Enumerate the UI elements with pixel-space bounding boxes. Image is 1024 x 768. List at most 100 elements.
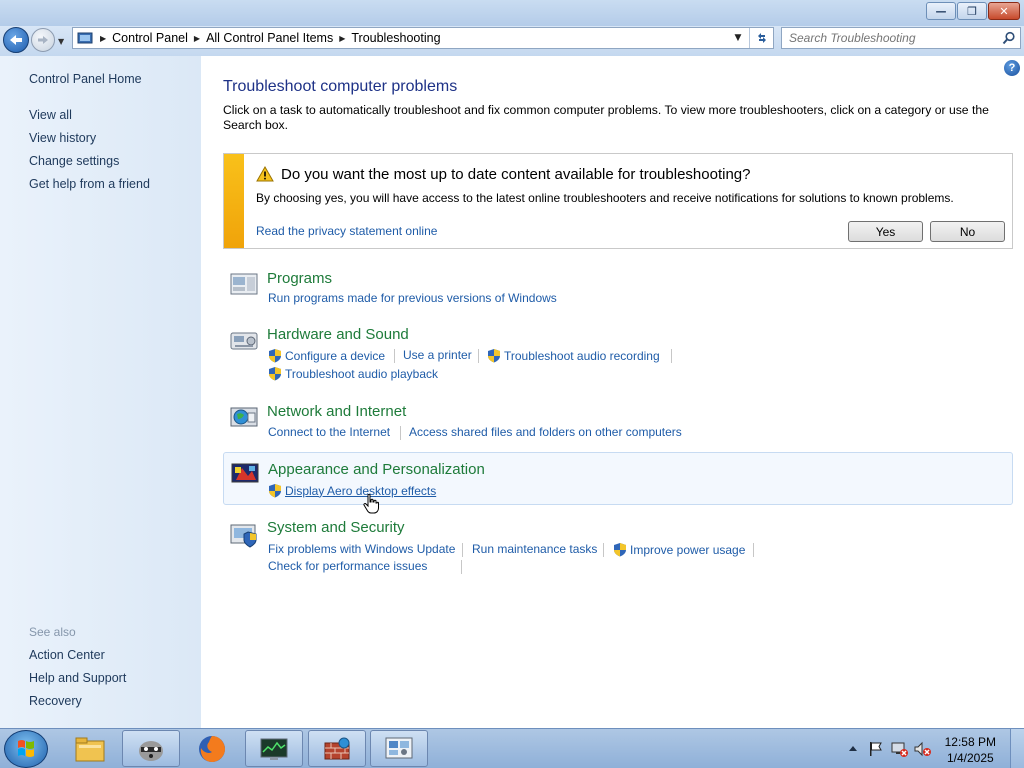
address-bar[interactable]: ▶ Control Panel ▶ All Control Panel Item… [72,27,774,49]
task-separator [400,426,401,440]
sidebar-item-get-help[interactable]: Get help from a friend [29,177,150,191]
online-content-notice: Do you want the most up to date content … [223,153,1013,249]
close-icon: ✕ [999,4,1009,18]
firefox-icon [199,735,225,762]
taskbar-firefox[interactable] [183,730,241,767]
category-network-internet: Network and Internet Connect to the Inte… [223,399,1013,447]
see-also-help-support[interactable]: Help and Support [29,671,126,685]
control-panel-icon [385,737,413,758]
help-icon[interactable]: ? [1004,60,1020,76]
close-button[interactable]: ✕ [988,2,1020,20]
breadcrumb-all-items[interactable]: All Control Panel Items [206,31,333,45]
breadcrumb-control-panel[interactable]: Control Panel [112,31,188,45]
task-label: Display Aero desktop effects [285,483,437,498]
restore-button[interactable]: ❐ [957,2,987,20]
minimize-icon: — [935,4,947,18]
privacy-statement-link[interactable]: Read the privacy statement online [256,224,437,238]
task-audio-recording[interactable]: Troubleshoot audio recording [487,348,660,363]
task-run-old-programs[interactable]: Run programs made for previous versions … [268,291,557,305]
appearance-personalization-icon[interactable] [230,460,260,488]
network-disconnected-icon[interactable] [891,741,909,757]
taskbar-control-panel[interactable] [370,730,428,767]
show-hidden-icons-icon[interactable] [848,744,858,752]
title-bar: — ❐ ✕ [0,0,1024,26]
task-connect-internet[interactable]: Connect to the Internet [268,425,390,439]
sidebar-item-home[interactable]: Control Panel Home [29,72,142,86]
uac-shield-icon [488,349,500,363]
chevron-right-icon[interactable]: ▶ [339,34,345,43]
category-title-system-security[interactable]: System and Security [267,519,405,536]
system-tray: 12:58 PM 1/4/2025 [824,729,1024,768]
task-shared-files[interactable]: Access shared files and folders on other… [409,425,682,439]
sidebar-item-view-all[interactable]: View all [29,108,72,122]
warning-icon [256,166,274,182]
category-title-hardware-sound[interactable]: Hardware and Sound [267,326,409,343]
address-dropdown-icon[interactable]: ▼ [729,28,747,48]
task-label: Configure a device [285,348,386,363]
task-maintenance[interactable]: Run maintenance tasks [472,542,597,556]
raccoon-icon [139,740,163,761]
monitor-graph-icon [260,738,288,760]
taskbar-app-raccoon[interactable] [122,730,180,767]
clock[interactable]: 12:58 PM 1/4/2025 [945,734,996,766]
uac-shield-icon [614,543,626,557]
task-performance-issues[interactable]: Check for performance issues [268,559,427,573]
notice-body: By choosing yes, you will have access to… [256,191,954,205]
task-label: Troubleshoot audio playback [285,366,438,381]
task-separator [753,543,754,557]
arrow-right-icon [38,36,48,44]
minimize-button[interactable]: — [926,2,956,20]
category-programs: Programs Run programs made for previous … [223,266,1013,314]
task-use-printer[interactable]: Use a printer [403,348,472,362]
task-windows-update[interactable]: Fix problems with Windows Update [268,542,455,556]
system-security-icon[interactable] [229,521,259,549]
taskbar-task-manager[interactable] [245,730,303,767]
task-separator [394,349,395,363]
taskbar-firewall[interactable] [308,730,366,767]
clock-date: 1/4/2025 [946,751,994,765]
task-label: Troubleshoot audio recording [504,348,660,363]
start-button[interactable] [4,730,48,768]
taskbar-explorer[interactable] [61,730,119,767]
refresh-icon [757,33,766,43]
category-title-network-internet[interactable]: Network and Internet [267,403,406,420]
chevron-right-icon[interactable]: ▶ [194,34,200,43]
hardware-sound-icon[interactable] [229,327,259,355]
task-power-usage[interactable]: Improve power usage [613,542,745,557]
category-system-security: System and Security Fix problems with Wi… [223,516,1013,582]
refresh-button[interactable] [749,28,773,48]
task-aero-effects[interactable]: Display Aero desktop effects [268,483,436,498]
forward-button[interactable] [31,28,55,52]
back-button[interactable] [3,27,29,53]
category-title-programs[interactable]: Programs [267,270,332,287]
sidebar-item-view-history[interactable]: View history [29,131,96,145]
notice-accent-bar [224,154,244,248]
recent-pages-dropdown[interactable]: ▼ [58,37,64,46]
uac-shield-icon [269,349,281,363]
notice-title: Do you want the most up to date content … [281,166,751,183]
see-also-recovery[interactable]: Recovery [29,694,82,708]
no-button[interactable]: No [930,221,1005,242]
category-title-appearance-personalization[interactable]: Appearance and Personalization [268,461,485,478]
restore-icon: ❐ [967,4,977,18]
breadcrumb-troubleshooting[interactable]: Troubleshooting [351,31,440,45]
chevron-right-icon[interactable]: ▶ [100,34,106,43]
task-separator [603,543,604,557]
sidebar-item-change-settings[interactable]: Change settings [29,154,119,168]
sidebar: Control Panel Home View all View history… [0,56,201,728]
task-configure-device[interactable]: Configure a device [268,348,385,363]
task-audio-playback[interactable]: Troubleshoot audio playback [268,366,438,381]
search-input[interactable] [787,30,997,46]
search-box[interactable] [781,27,1021,49]
search-icon[interactable] [1002,31,1016,45]
network-internet-icon[interactable] [229,404,259,432]
volume-muted-icon[interactable] [914,741,932,757]
yes-button[interactable]: Yes [848,221,923,242]
hand-cursor-icon [363,494,379,514]
see-also-heading: See also [29,625,76,639]
programs-icon[interactable] [229,270,259,298]
caption-buttons: — ❐ ✕ [926,2,1020,20]
action-center-flag-icon[interactable] [867,741,883,757]
show-desktop-button[interactable] [1010,729,1024,768]
see-also-action-center[interactable]: Action Center [29,648,105,662]
